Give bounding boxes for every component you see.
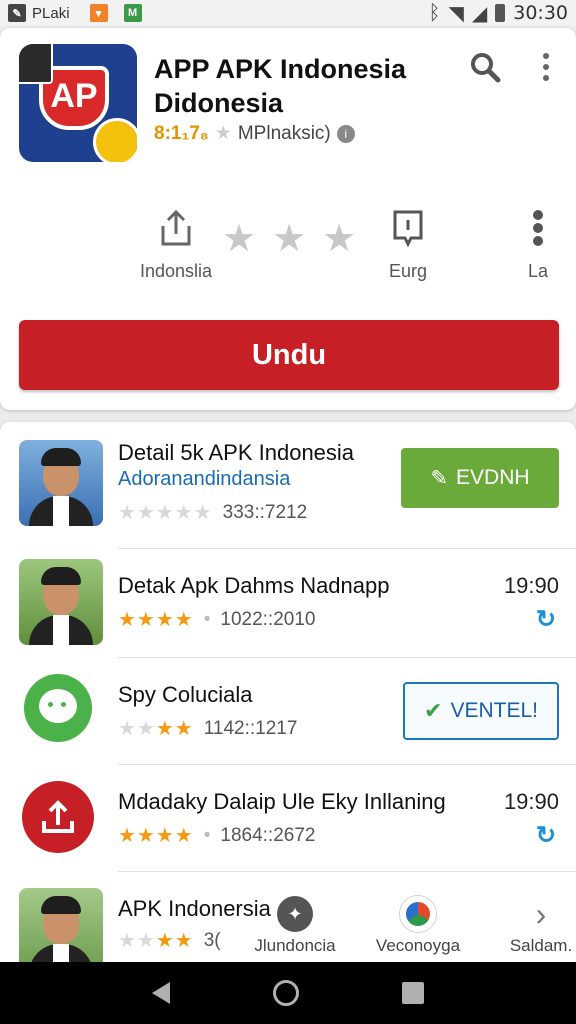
install-button[interactable]: ✎ EVDNH [401, 448, 559, 508]
bluetooth-icon: ᛒ [428, 1, 441, 24]
list-item-time: 19:90 [503, 573, 559, 598]
app-title: APP APK Indonesia Didonesia [154, 52, 454, 120]
list-item-count: 1142::1217 [203, 717, 298, 739]
app-rating-line: 8:1₁7₈ ★ MPlnaksic) i [154, 122, 355, 145]
upload-app-icon [22, 781, 94, 853]
wrench-icon: ✎ [8, 4, 26, 22]
home-icon[interactable] [272, 980, 299, 1006]
rating-stars: ★★★★★ [118, 502, 213, 524]
more-dot-icon [543, 52, 549, 59]
browser-icon [400, 896, 436, 932]
app-thumbnail [19, 440, 103, 526]
tab-home-label: Jlundoncia [254, 936, 336, 955]
list-item-time: 19:90 [503, 789, 559, 814]
action-row: Indonslia ★ ★ ★ Eurg La [0, 208, 576, 288]
info-icon[interactable]: i [336, 124, 355, 143]
recents-icon[interactable] [402, 982, 425, 1004]
share-label: Indonslia [139, 261, 213, 281]
app-publisher: MPlnaksic) [237, 122, 331, 144]
search-icon [471, 53, 501, 83]
install-icon: ✎ [430, 466, 449, 490]
app-icon: AP [19, 44, 137, 162]
list-item[interactable]: Detail 5k APK Indonesia Adoranandindansi… [0, 422, 576, 548]
list-item-count: 1022::2010 [220, 608, 316, 630]
list-item-count: 1864::2672 [220, 824, 316, 846]
status-time: 30:30 [513, 2, 568, 24]
install-button-label: EVDNH [456, 466, 530, 489]
more-action[interactable]: La [520, 208, 556, 282]
more-label: La [527, 261, 549, 281]
battery-icon [495, 4, 506, 22]
app-icon-badge [93, 118, 137, 162]
signal-icon: ◢ [471, 2, 488, 25]
list-item-meta: ★★★★ • 1864::2672 [118, 824, 316, 848]
upload-icon [42, 800, 74, 833]
status-bar: ✎ PLaki ▾ M ᛒ ◥ ◢ 30:30 [0, 0, 576, 26]
more-dot-icon [543, 75, 549, 82]
wifi-icon: ◥ [448, 2, 464, 25]
bookmark-label: Eurg [388, 261, 428, 281]
bottom-tab-bar: ✦ Jlundoncia Veconoyga › Saldam. [0, 890, 576, 960]
gmail-icon: M [123, 4, 142, 22]
list-item-title: Detak Apk Dahms Nadnapp [118, 573, 390, 598]
check-icon: ✔ [424, 698, 443, 723]
overflow-menu-button[interactable] [534, 50, 558, 84]
shield-icon: ▾ [89, 4, 108, 22]
system-nav-bar [0, 962, 576, 1024]
app-header-card: AP APP APK Indonesia Didonesia 8:1₁7₈ ★ … [0, 28, 576, 410]
chat-app-icon [24, 674, 92, 742]
list-item[interactable]: Spy Coluciala ★★★★ 1142::1217 ✔ VENTEL! [0, 658, 576, 764]
bookmark-action[interactable]: Eurg [380, 208, 436, 282]
tab-next-label: Saldam. [509, 936, 573, 955]
list-item-title: Mdadaky Dalaip Ule Eky Inllaning [118, 789, 446, 814]
back-icon[interactable] [151, 982, 170, 1004]
share-icon [161, 209, 191, 246]
sync-icon[interactable]: ↻ [536, 821, 556, 850]
sync-icon[interactable]: ↻ [536, 605, 556, 634]
list-item-title: Detail 5k APK Indonesia [118, 440, 355, 465]
vertical-dots-icon [533, 210, 543, 246]
chevron-right-icon: › [535, 896, 547, 932]
tab-next[interactable]: › Saldam. [506, 896, 576, 956]
rate-stars[interactable]: ★ ★ ★ [222, 216, 356, 261]
tab-home[interactable]: ✦ Jlundoncia [250, 896, 340, 956]
app-title-line2: Didonesia [154, 88, 284, 118]
tab-browse-label: Veconoyga [375, 936, 461, 955]
rating-stars: ★★★★ [118, 718, 194, 740]
list-item[interactable]: Mdadaky Dalaip Ule Eky Inllaning ★★★★ • … [0, 765, 576, 871]
rate-star-icon[interactable]: ★ [222, 216, 256, 261]
list-item-count: 333::7212 [222, 501, 308, 523]
list-item-meta: ★★★★ • 1022::2010 [118, 608, 316, 632]
search-button[interactable] [468, 50, 502, 84]
rating-stars: ★★★★ [118, 825, 194, 847]
list-item-subtitle: Adoranandindansia [118, 468, 291, 490]
app-rating-value: 8:1₁7₈ [154, 122, 209, 144]
app-title-line1: APP APK Indonesia [154, 54, 407, 84]
star-icon: ★ [214, 123, 232, 144]
more-dot-icon [543, 63, 549, 70]
tab-browse[interactable]: Veconoyga [368, 896, 468, 956]
list-item[interactable]: Detak Apk Dahms Nadnapp ★★★★ • 1022::201… [0, 549, 576, 657]
verified-button[interactable]: ✔ VENTEL! [403, 682, 559, 740]
list-item-title: Spy Coluciala [118, 682, 253, 707]
share-action[interactable]: Indonslia [138, 208, 214, 282]
verified-button-label: VENTEL! [450, 699, 538, 722]
download-button[interactable]: Undu [19, 320, 559, 390]
app-thumbnail [19, 559, 103, 645]
compass-icon: ✦ [277, 896, 313, 932]
rate-star-icon[interactable]: ★ [322, 216, 356, 261]
app-icon-mini-thumb [19, 44, 53, 84]
bookmark-icon [393, 210, 423, 248]
list-item-meta: ★★★★★ 333::7212 [118, 500, 307, 525]
status-app-label: PLaki [32, 4, 70, 22]
rate-star-icon[interactable]: ★ [272, 216, 306, 261]
list-item-meta: ★★★★ 1142::1217 [118, 716, 297, 741]
rating-stars: ★★★★ [118, 609, 194, 631]
